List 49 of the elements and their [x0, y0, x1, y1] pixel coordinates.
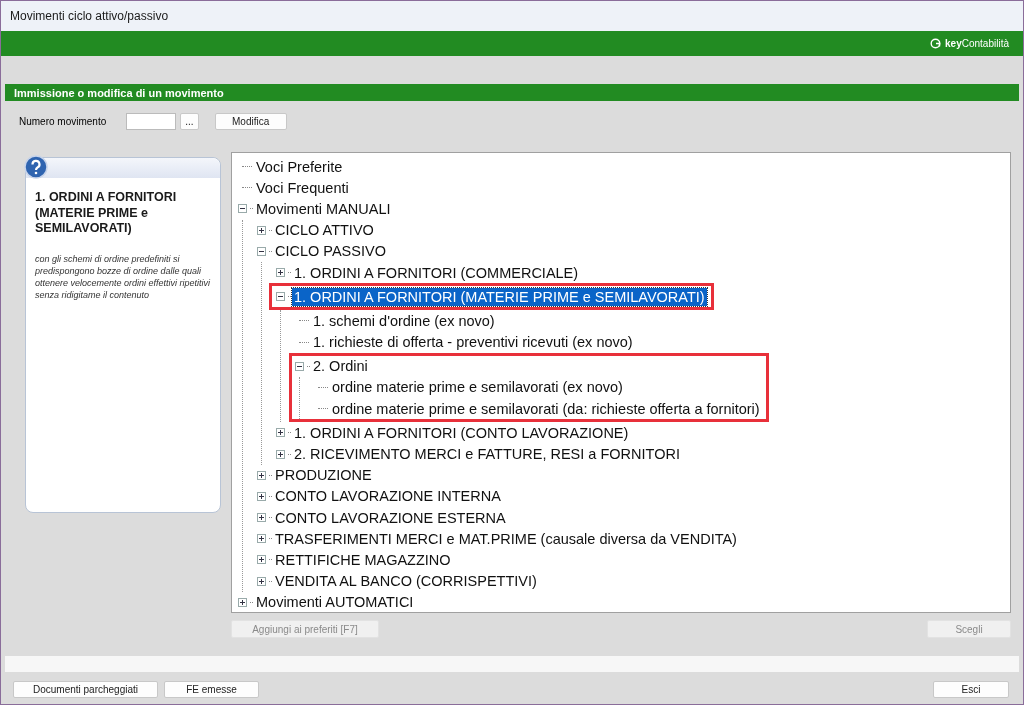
tree-item[interactable]: RETTIFICHE MAGAZZINO — [273, 550, 453, 569]
tree-item[interactable]: CONTO LAVORAZIONE ESTERNA — [273, 508, 508, 527]
logo-icon — [930, 38, 942, 49]
expand-icon[interactable] — [257, 576, 266, 586]
collapse-icon[interactable] — [295, 361, 304, 371]
collapse-icon[interactable] — [257, 246, 266, 256]
footer-button[interactable]: FE emesse — [164, 681, 259, 698]
help-description: con gli schemi di ordine predefiniti si predispongono bozze di ordine dalle quali ottenere velocemente ordini effettivi ripetitivi senza ridigitame il contenuto — [34, 252, 212, 302]
brand-name: keyContabilità — [945, 38, 1009, 49]
tree-item[interactable]: ordine materie prime e semilavorati (ex novo) — [330, 378, 625, 397]
tree-item[interactable]: 1. ORDINI A FORNITORI (CONTO LAVORAZIONE) — [292, 423, 631, 442]
expand-icon[interactable] — [276, 428, 285, 438]
field-label: Numero movimento — [19, 116, 107, 127]
tree-item[interactable]: CONTO LAVORAZIONE INTERNA — [273, 487, 503, 506]
expand-icon[interactable] — [257, 513, 266, 523]
expand-icon[interactable] — [276, 449, 285, 459]
footer-button[interactable]: Esci — [933, 681, 1009, 698]
expand-icon[interactable] — [257, 470, 266, 480]
collapse-icon[interactable] — [276, 292, 285, 302]
expand-icon[interactable] — [257, 534, 266, 544]
tree-item[interactable]: VENDITA AL BANCO (CORRISPETTIVI) — [273, 572, 539, 591]
expand-icon[interactable] — [257, 491, 266, 501]
collapse-icon[interactable] — [238, 204, 247, 214]
tree-item[interactable]: Voci Preferite — [254, 157, 345, 176]
tree-item[interactable]: 2. RICEVIMENTO MERCI e FATTURE, RESI a FORNITORI — [292, 445, 682, 464]
tree-item[interactable]: 1. ORDINI A FORNITORI (MATERIE PRIME e SEMILAVORATI) — [292, 287, 707, 306]
tree-item[interactable]: PRODUZIONE — [273, 466, 374, 485]
window-title: Movimenti ciclo attivo/passivo — [10, 9, 169, 23]
footer-button[interactable]: Documenti parcheggiati — [13, 681, 158, 698]
modify-button[interactable]: Modifica — [214, 113, 287, 130]
tree-item[interactable]: CICLO PASSIVO — [273, 242, 388, 261]
expand-icon[interactable] — [257, 225, 266, 235]
tree-item[interactable]: 1. richieste di offerta - preventivi ricevuti (ex novo) — [311, 333, 635, 352]
tree-item[interactable]: Voci Frequenti — [254, 178, 351, 197]
tree-item[interactable]: 1. ORDINI A FORNITORI (COMMERCIALE) — [292, 263, 581, 282]
expand-icon[interactable] — [257, 555, 266, 565]
expand-icon[interactable] — [238, 597, 247, 607]
tree-item[interactable]: TRASFERIMENTI MERCI e MAT.PRIME (causale diversa da VENDITA) — [273, 529, 739, 548]
section-header: Immissione o modifica di un movimento — [5, 84, 1019, 101]
tree-item[interactable]: 2. Ordini — [311, 357, 370, 376]
help-title: 1. ORDINI A FORNITORI (MATERIE PRIME e SEMILAVORATI) — [34, 189, 178, 237]
tree-item[interactable]: CICLO ATTIVO — [273, 221, 376, 240]
expand-icon[interactable] — [276, 268, 285, 278]
tree-item[interactable]: Movimenti MANUALI — [254, 199, 393, 218]
tree-item[interactable]: 1. schemi d'ordine (ex novo) — [311, 311, 497, 330]
tree-item[interactable]: Movimenti AUTOMATICI — [254, 593, 416, 612]
tree-item[interactable]: ordine materie prime e semilavorati (da: richieste offerta a fornitori) — [330, 399, 762, 418]
input-field[interactable] — [126, 113, 177, 130]
lookup-button[interactable]: ... — [180, 113, 199, 130]
